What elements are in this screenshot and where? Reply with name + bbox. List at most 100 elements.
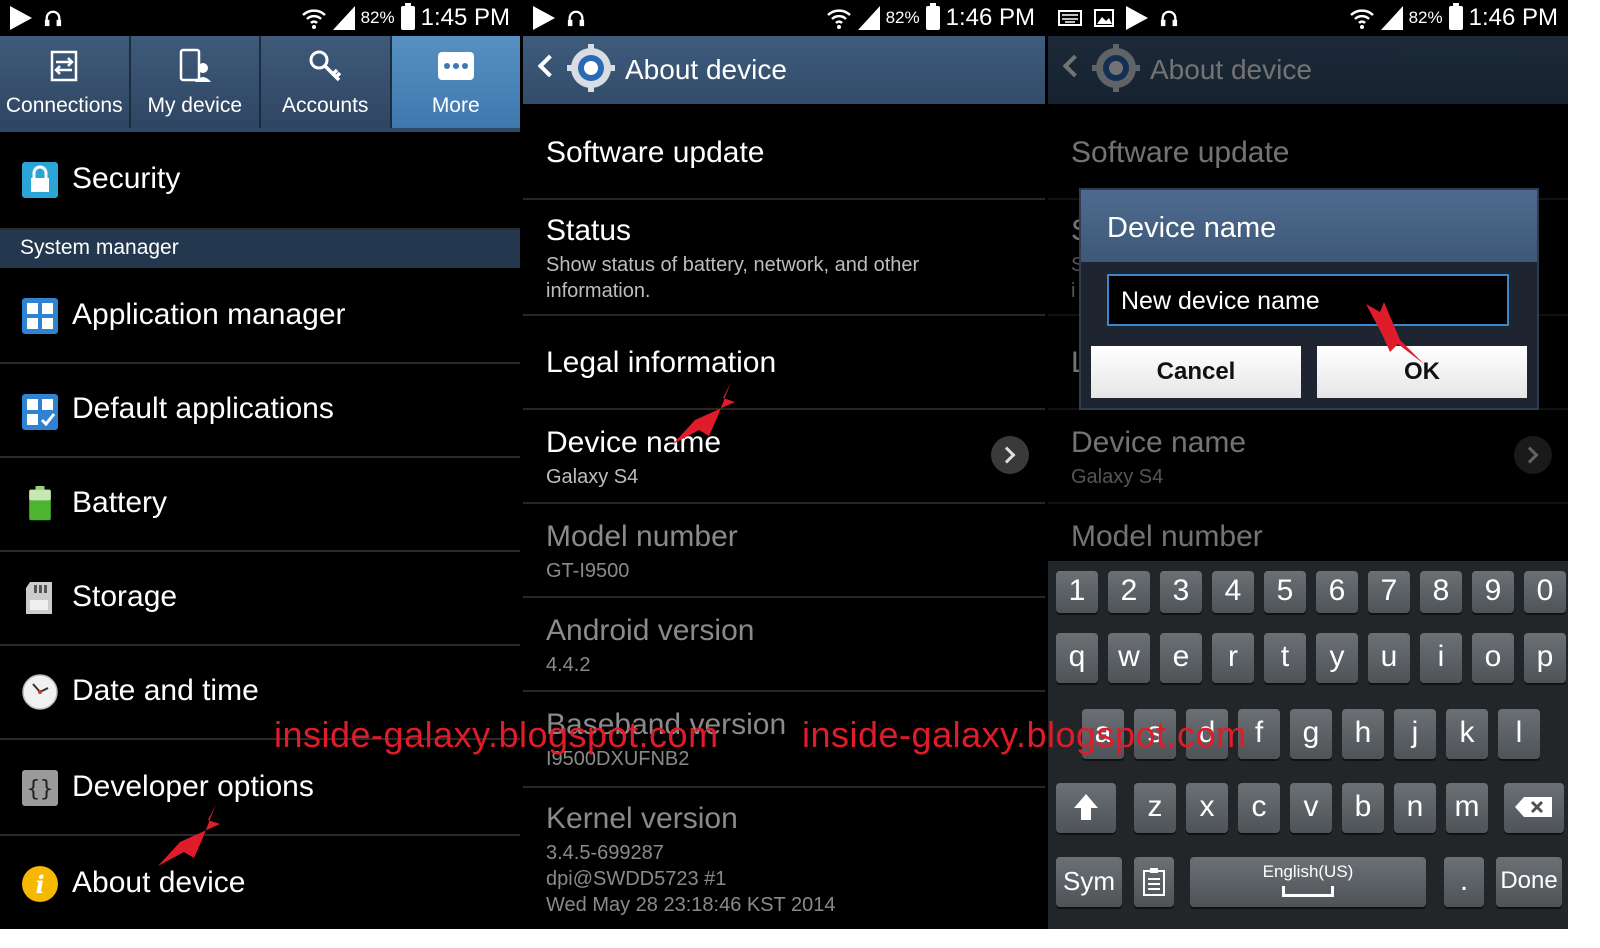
key-8[interactable]: 8 (1420, 571, 1462, 613)
key-l[interactable]: l (1498, 709, 1540, 759)
status-bar: 82% 1:45 PM (0, 0, 520, 36)
key-b[interactable]: b (1342, 783, 1384, 833)
shift-key[interactable] (1056, 783, 1116, 833)
status-bar: 82% 1:46 PM (1048, 0, 1568, 36)
key-u[interactable]: u (1368, 633, 1410, 683)
item-title: Kernel version (546, 802, 738, 835)
settings-item-label: About device (72, 866, 246, 899)
tutorial-composite: 82% 1:45 PM Connections My device Accoun… (0, 0, 1568, 929)
key-h[interactable]: h (1342, 709, 1384, 759)
key-g[interactable]: g (1290, 709, 1332, 759)
clipboard-icon (1143, 868, 1165, 896)
item-title: Legal information (546, 346, 777, 379)
key-i[interactable]: i (1420, 633, 1462, 683)
settings-item-label: Default applications (72, 392, 334, 425)
back-icon[interactable] (537, 54, 561, 78)
key-e[interactable]: e (1160, 633, 1202, 683)
tab-connections-label: Connections (5, 94, 123, 117)
settings-item-storage[interactable]: Storage (0, 552, 520, 646)
signal-icon (332, 6, 355, 30)
key-t[interactable]: t (1264, 633, 1306, 683)
item-title: Android version (546, 614, 755, 647)
key-3[interactable]: 3 (1160, 571, 1202, 613)
tab-more[interactable]: More (391, 36, 520, 128)
tab-connections[interactable]: Connections (0, 36, 131, 128)
dialog-header: Device name (1081, 190, 1537, 262)
watermark: inside-galaxy.blogspot.com (802, 714, 1247, 755)
device-name-input[interactable]: New device name (1107, 274, 1509, 326)
tab-my-device[interactable]: My device (130, 36, 261, 128)
item-title: Software update (546, 136, 765, 169)
key-7[interactable]: 7 (1368, 571, 1410, 613)
key-k[interactable]: k (1446, 709, 1488, 759)
gear-icon (567, 44, 615, 92)
settings-item-application-manager[interactable]: Application manager (0, 268, 520, 364)
key-x[interactable]: x (1186, 783, 1228, 833)
sym-key[interactable]: Sym (1056, 857, 1122, 907)
wifi-icon (826, 9, 851, 29)
chevron-right-icon[interactable] (991, 436, 1029, 474)
battery-percent: 82% (360, 8, 395, 27)
dialog-title: Device name (1107, 212, 1277, 244)
key-6[interactable]: 6 (1316, 571, 1358, 613)
gear-icon (1092, 44, 1140, 92)
key-m[interactable]: m (1446, 783, 1488, 833)
key-c[interactable]: c (1238, 783, 1280, 833)
battery-icon (1448, 3, 1463, 30)
key-4[interactable]: 4 (1212, 571, 1254, 613)
settings-item-label: Battery (72, 486, 168, 519)
page-title: About device (1150, 54, 1312, 85)
key-o[interactable]: o (1472, 633, 1514, 683)
headphones-icon (44, 10, 62, 27)
about-item-status[interactable]: Status Show status of battery, network, … (523, 200, 1045, 316)
item-subtitle: Show status of battery, network, and oth… (546, 254, 920, 302)
key-z[interactable]: z (1134, 783, 1176, 833)
key-5[interactable]: 5 (1264, 571, 1306, 613)
play-store-icon (533, 6, 555, 30)
key-p[interactable]: p (1524, 633, 1566, 683)
key-w[interactable]: w (1108, 633, 1150, 683)
settings-item-default-applications[interactable]: Default applications (0, 364, 520, 458)
info-icon: i (22, 866, 58, 902)
settings-item-label: Security (72, 162, 181, 195)
about-item-device-name[interactable]: Device name Galaxy S4 (523, 410, 1045, 504)
done-key[interactable]: Done (1496, 857, 1562, 907)
device-name-dialog-screen: 82% 1:46 PM About device Software update… (1048, 0, 1568, 929)
key-0[interactable]: 0 (1524, 571, 1566, 613)
cancel-button[interactable]: Cancel (1091, 346, 1301, 398)
clipboard-key[interactable] (1134, 857, 1174, 907)
clock-icon (22, 674, 58, 710)
key-9[interactable]: 9 (1472, 571, 1514, 613)
settings-item-security[interactable]: Security (0, 132, 520, 230)
action-bar: About device (523, 36, 1045, 104)
play-store-icon (10, 6, 32, 30)
svg-text:i: i (35, 870, 44, 899)
key-j[interactable]: j (1394, 709, 1436, 759)
play-store-icon (1126, 6, 1148, 30)
settings-item-battery[interactable]: Battery (0, 458, 520, 552)
key-n[interactable]: n (1394, 783, 1436, 833)
watermark: inside-galaxy.blogspot.com (274, 714, 719, 755)
section-header-system-manager: System manager (0, 230, 520, 268)
key-2[interactable]: 2 (1108, 571, 1150, 613)
tab-accounts[interactable]: Accounts (261, 36, 392, 128)
backspace-key[interactable] (1504, 783, 1564, 833)
about-item-android-version: Android version 4.4.2 (523, 598, 1045, 692)
clock: 1:45 PM (420, 4, 510, 31)
settings-item-about-device[interactable]: i About device (0, 836, 520, 929)
device-name-dialog: Device name New device name Cancel OK (1081, 190, 1537, 408)
key-y[interactable]: y (1316, 633, 1358, 683)
period-key[interactable]: . (1444, 857, 1484, 907)
key-1[interactable]: 1 (1056, 571, 1098, 613)
item-subtitle: 3.4.5-699287 dpi@SWDD5723 #1 Wed May 28 … (546, 842, 836, 916)
key-q[interactable]: q (1056, 633, 1098, 683)
about-item-software-update[interactable]: Software update (523, 104, 1045, 200)
pointer-arrow (158, 804, 220, 866)
settings-item-label: Storage (72, 580, 178, 613)
key-r[interactable]: r (1212, 633, 1254, 683)
space-key[interactable]: English(US) (1190, 857, 1426, 907)
key-v[interactable]: v (1290, 783, 1332, 833)
about-item-kernel-version: Kernel version 3.4.5-699287 dpi@SWDD5723… (523, 788, 1045, 929)
about-item-device-name: Device name Galaxy S4 (1048, 410, 1568, 504)
about-item-legal-information[interactable]: Legal information (523, 316, 1045, 410)
